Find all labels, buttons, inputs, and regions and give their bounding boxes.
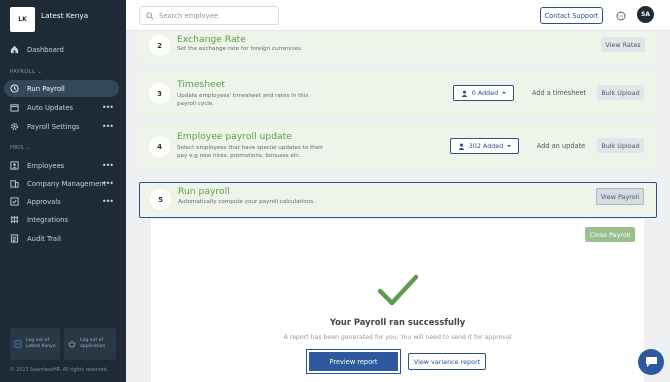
support-chat-button[interactable] — [638, 349, 664, 375]
step-timesheet: 3 Timesheet Update employees' timesheet … — [139, 71, 657, 116]
chevron-down-icon: ⌄ — [37, 69, 43, 75]
payroll-update-added-dropdown[interactable]: 302 Added — [450, 138, 519, 154]
sidebar-item-label: Employees — [27, 161, 65, 170]
step-title: Run payroll — [178, 186, 230, 197]
preview-report-focus-ring: Preview report — [306, 349, 401, 374]
chevron-down-icon: ⌄ — [26, 145, 31, 151]
sidebar: LK Latest Kenya Dashboard PAYROLL ⌄ Run … — [0, 0, 126, 382]
step-title: Timesheet — [177, 79, 226, 90]
view-rates-button[interactable]: View Rates — [601, 37, 645, 52]
preview-report-button[interactable]: Preview report — [309, 352, 398, 371]
step-number: 3 — [149, 83, 170, 104]
caret-down-icon — [502, 92, 507, 94]
caret-down-icon — [507, 145, 512, 147]
more-icon[interactable]: ••• — [102, 122, 114, 131]
audit-icon — [10, 234, 19, 243]
user-icon — [458, 143, 465, 150]
sidebar-item-dashboard[interactable]: Dashboard — [4, 41, 119, 58]
step-title: Employee payroll update — [177, 131, 292, 142]
contact-support-button[interactable]: Contact Support — [540, 7, 603, 24]
search-icon — [146, 11, 154, 20]
chat-bubble-icon — [645, 357, 657, 367]
step-employee-payroll-update: 4 Employee payroll update Select employe… — [139, 124, 657, 169]
clock-icon — [10, 84, 19, 93]
logout-app-button[interactable]: Log out of application — [64, 328, 116, 360]
brand[interactable]: LK Latest Kenya — [10, 7, 120, 33]
success-title: Your Payroll ran successfully — [329, 317, 466, 327]
power-icon — [68, 340, 76, 348]
avatar[interactable]: SA — [637, 6, 654, 23]
payroll-section-label[interactable]: PAYROLL ⌄ — [10, 69, 42, 75]
approvals-icon — [10, 197, 19, 206]
hris-section-label[interactable]: HRIS ⌄ — [10, 145, 31, 151]
bulk-upload-button[interactable]: Bulk Upload — [597, 85, 644, 100]
copyright: © 2023 SeamlessHR. All rights reserved. — [10, 368, 109, 373]
home-icon — [10, 45, 19, 54]
sidebar-item-label: Company Management — [27, 179, 107, 188]
step-desc: Select employees that have special updat… — [177, 145, 324, 159]
sidebar-item-label: Approvals — [27, 197, 61, 206]
more-icon[interactable]: ••• — [102, 161, 114, 170]
step-desc: Automatically compute your payroll calcu… — [178, 199, 315, 205]
calendar-icon — [10, 103, 19, 112]
step-desc: Set the exchange rate for foreign curren… — [177, 46, 303, 52]
chat-icon[interactable] — [616, 11, 626, 21]
success-desc: A report has been generated for you. You… — [283, 334, 512, 341]
sidebar-item-auto-updates[interactable]: Auto Updates ••• — [4, 99, 119, 116]
step-exchange-rate: 2 Exchange Rate Set the exchange rate fo… — [139, 31, 657, 62]
bulk-upload-button[interactable]: Bulk Upload — [597, 138, 644, 153]
sidebar-item-label: Auto Updates — [27, 103, 74, 112]
building-icon — [10, 179, 19, 188]
sidebar-item-employees[interactable]: Employees ••• — [4, 157, 119, 174]
step-desc: Update employees' timesheet and rates in… — [177, 93, 309, 107]
search-box[interactable] — [139, 6, 279, 25]
view-variance-report-button[interactable]: View variance report — [408, 353, 486, 370]
sidebar-item-integrations[interactable]: Integrations — [4, 211, 119, 228]
payroll-result-panel: Close Payroll Your Payroll ran successfu… — [151, 219, 644, 382]
switch-icon — [14, 340, 22, 348]
integrations-icon — [10, 215, 19, 224]
sidebar-item-label: Run Payroll — [27, 84, 65, 93]
step-run-payroll: 5 Run payroll Automatically compute your… — [139, 182, 657, 218]
step-number: 2 — [149, 35, 170, 56]
sidebar-item-approvals[interactable]: Approvals ••• — [4, 193, 119, 210]
logout-latest-button[interactable]: Log out of Latest Kenya — [10, 328, 60, 360]
more-icon[interactable]: ••• — [102, 103, 114, 112]
sidebar-item-label: Audit Trail — [27, 234, 61, 243]
add-timesheet-link[interactable]: Add a timesheet — [528, 85, 590, 100]
search-input[interactable] — [159, 11, 269, 20]
timesheet-added-dropdown[interactable]: 0 Added — [453, 85, 514, 101]
sidebar-item-label: Integrations — [27, 215, 68, 224]
sidebar-item-company-management[interactable]: Company Management ••• — [4, 175, 119, 192]
step-number: 5 — [150, 189, 171, 210]
topbar: Contact Support SA — [126, 0, 670, 31]
sidebar-item-audit-trail[interactable]: Audit Trail — [4, 230, 119, 247]
step-title: Exchange Rate — [177, 34, 246, 45]
more-icon[interactable]: ••• — [102, 197, 114, 206]
step-number: 4 — [149, 136, 170, 157]
user-icon — [461, 90, 468, 97]
gear-icon — [10, 122, 19, 131]
brand-name: Latest Kenya — [41, 11, 89, 20]
sidebar-item-payroll-settings[interactable]: Payroll Settings ••• — [4, 118, 119, 135]
add-update-link[interactable]: Add an update — [531, 138, 591, 153]
sidebar-item-label: Dashboard — [27, 45, 64, 54]
checkmark-icon — [377, 274, 419, 306]
sidebar-item-run-payroll[interactable]: Run Payroll — [4, 80, 119, 97]
brand-logo: LK — [10, 7, 35, 32]
sidebar-item-label: Payroll Settings — [27, 122, 80, 131]
close-payroll-button[interactable]: Close Payroll — [585, 227, 635, 242]
more-icon[interactable]: ••• — [102, 179, 114, 188]
view-payroll-button[interactable]: View Payroll — [596, 188, 644, 205]
employees-icon — [10, 161, 19, 170]
